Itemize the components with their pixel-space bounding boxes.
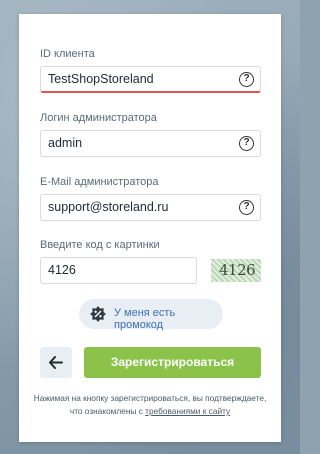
admin-login-label: Логин администратора — [40, 112, 157, 124]
arrow-left-icon — [49, 356, 63, 369]
captcha-image-text: 4126 — [219, 261, 256, 279]
back-button[interactable] — [40, 347, 72, 378]
registration-card: ID клиента TestShopStoreland ? Логин адм… — [19, 14, 281, 442]
client-id-value: TestShopStoreland — [48, 72, 154, 86]
admin-email-label: E-Mail администратора — [40, 176, 159, 188]
promo-badge-icon — [90, 306, 106, 322]
site-requirements-link[interactable]: требованиями к сайту — [145, 406, 230, 416]
agreement-text: Нажимая на кнопку зарегистрироваться, вы… — [29, 392, 271, 418]
help-icon[interactable]: ? — [239, 136, 254, 151]
client-id-label: ID клиента — [40, 48, 95, 60]
captcha-input[interactable]: 4126 — [40, 257, 197, 284]
captcha-value: 4126 — [48, 263, 76, 277]
admin-email-value: support@storeland.ru — [48, 200, 169, 214]
promo-code-label: У меня есть промокод — [114, 307, 176, 331]
admin-login-value: admin — [48, 136, 83, 150]
captcha-label: Введите код с картинки — [40, 239, 160, 251]
admin-login-input[interactable]: admin ? — [40, 130, 261, 157]
help-icon[interactable]: ? — [239, 200, 254, 215]
help-icon[interactable]: ? — [239, 72, 254, 87]
captcha-image[interactable]: 4126 — [211, 259, 261, 282]
promo-code-button[interactable]: У меня есть промокод — [79, 299, 223, 331]
admin-email-input[interactable]: support@storeland.ru ? — [40, 194, 261, 221]
client-id-input[interactable]: TestShopStoreland ? — [40, 66, 261, 93]
register-button[interactable]: Зарегистрироваться — [84, 347, 261, 378]
